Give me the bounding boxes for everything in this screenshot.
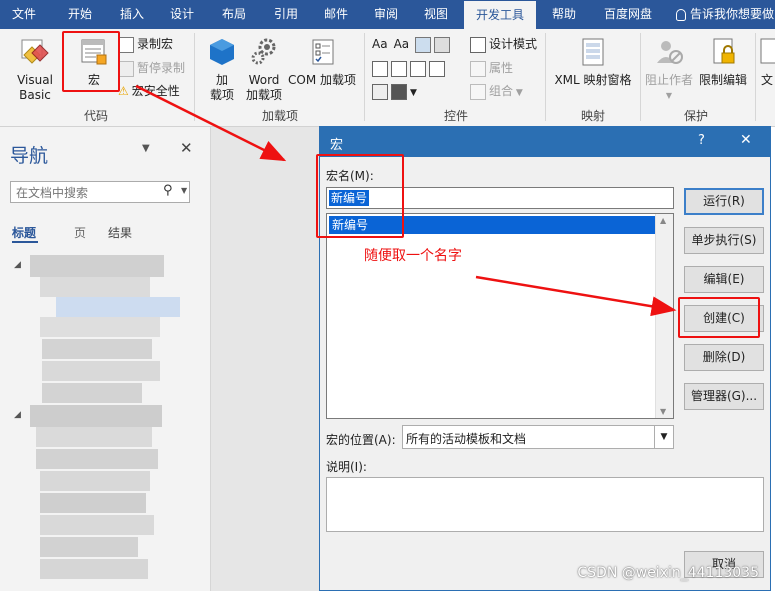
annotation-arrows xyxy=(135,84,677,317)
arrow-to-create xyxy=(475,275,677,317)
watermark: CSDN @weixin_44113035 xyxy=(577,565,759,581)
arrow-to-dialog xyxy=(135,84,287,162)
